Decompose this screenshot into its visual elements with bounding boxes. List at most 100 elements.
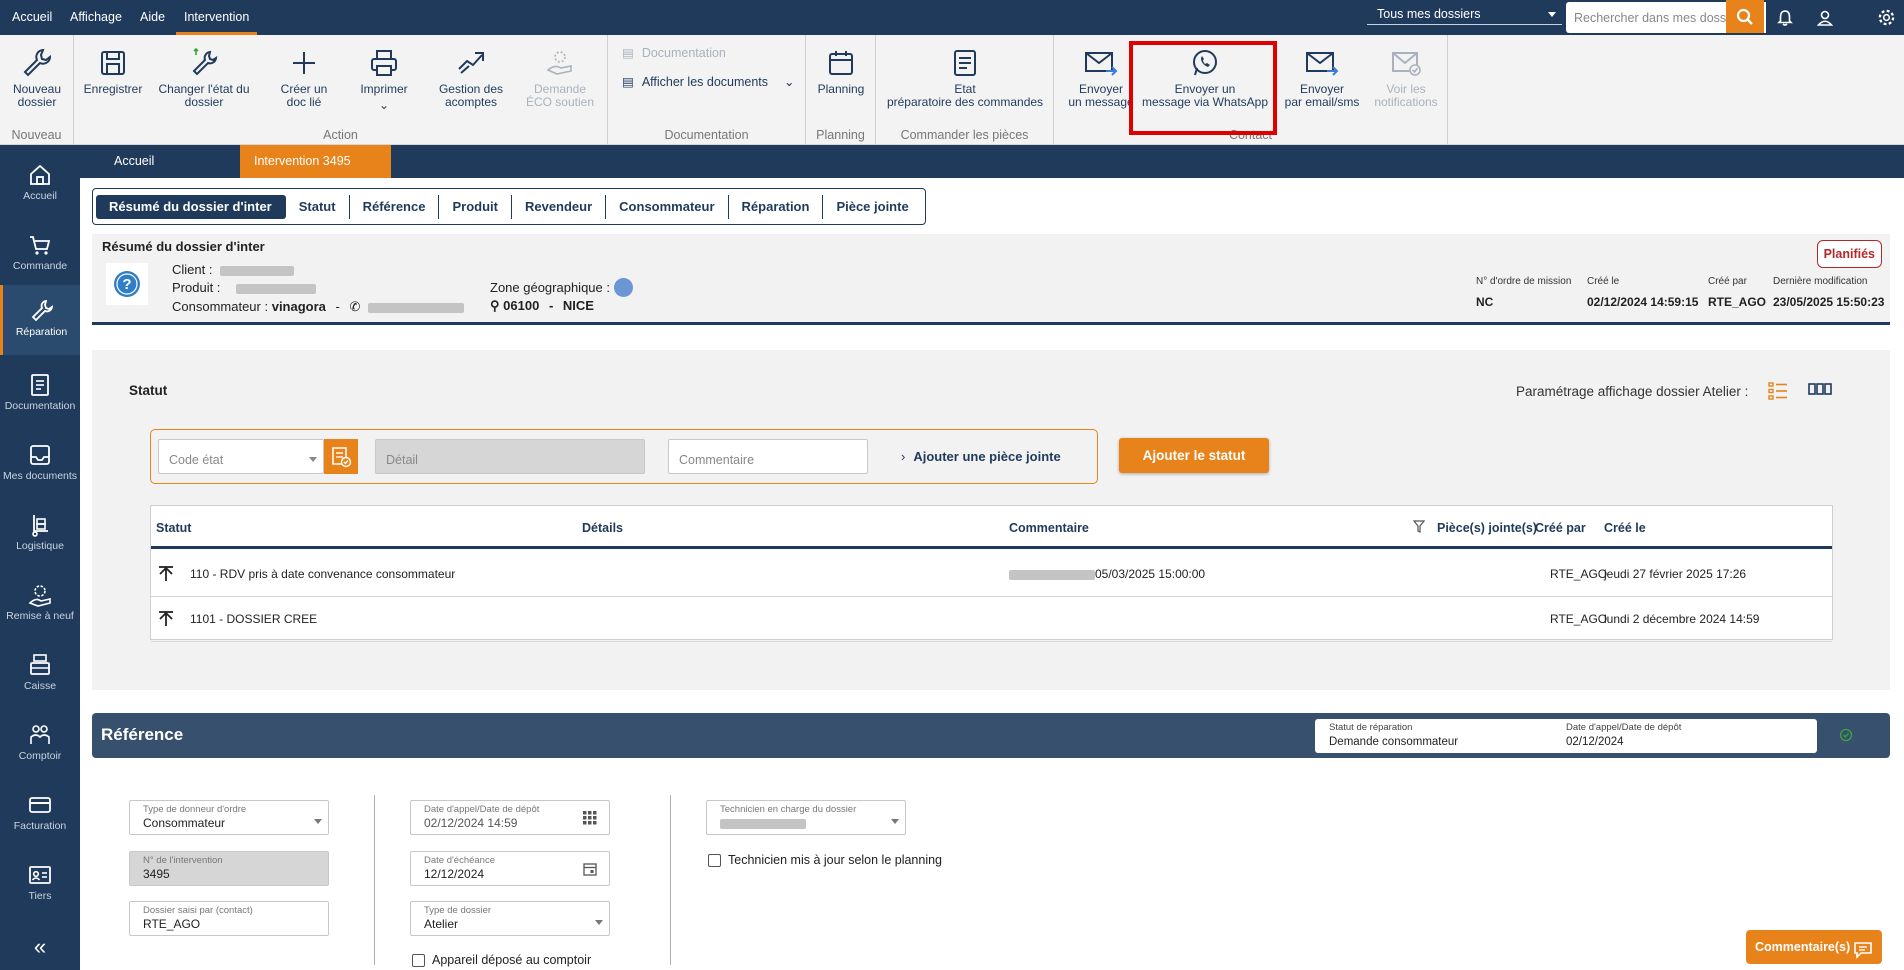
- subtab-produit[interactable]: Produit: [439, 194, 512, 219]
- plus-icon: [293, 52, 315, 74]
- cell-cree-le: jeudi 27 février 2025 17:26: [1604, 567, 1747, 581]
- gestion-acomptes-button[interactable]: Gestion des acomptes: [428, 43, 514, 109]
- sidebar-item-tiers[interactable]: Tiers: [0, 857, 80, 925]
- list-view-icon: [1768, 382, 1787, 400]
- code-etat-select[interactable]: Code état: [158, 439, 324, 474]
- demande-eco-label: Demande ÉCO soutien: [525, 82, 595, 109]
- field-value: [720, 816, 806, 830]
- planning-button[interactable]: Planning: [810, 43, 872, 96]
- table-row[interactable]: 1101 - DOSSIER CREE RTE_AGO lundi 2 déce…: [151, 597, 1832, 642]
- dossier-filter-select[interactable]: Tous mes dossiers: [1367, 3, 1562, 25]
- enregistrer-button[interactable]: Enregistrer: [80, 43, 146, 96]
- col-commentaire[interactable]: Commentaire: [1009, 521, 1089, 535]
- checkbox[interactable]: [708, 853, 721, 867]
- code-etat-picker-button[interactable]: [324, 439, 358, 474]
- ribbon: Nouveau dossier Nouveau Enregistrer Chan…: [0, 35, 1904, 145]
- chevron-down-icon: [314, 819, 322, 824]
- sidebar-item-comptoir[interactable]: Comptoir: [0, 717, 80, 785]
- wrench-icon: [31, 299, 53, 322]
- tab-intervention-3495[interactable]: Intervention 3495 ✕: [240, 145, 391, 201]
- user-button[interactable]: [1809, 0, 1841, 35]
- voir-notifications-button[interactable]: Voir les notifications: [1366, 43, 1446, 109]
- technicien-planning-checkbox[interactable]: Technicien mis à jour selon le planning: [708, 853, 942, 867]
- notifications-button[interactable]: [1769, 0, 1801, 35]
- subtab-revendeur[interactable]: Revendeur: [512, 194, 607, 219]
- menu-accueil[interactable]: Accueil: [12, 0, 52, 35]
- checkbox[interactable]: [412, 953, 425, 967]
- phone-icon: ✆: [349, 299, 361, 314]
- subtab-reparation[interactable]: Réparation: [729, 194, 824, 219]
- date-appel-field[interactable]: Date d'appel/Date de dépôt 02/12/2024 14…: [410, 800, 610, 835]
- group-label-documentation: Documentation: [664, 128, 749, 142]
- column-view-toggle[interactable]: [1808, 381, 1832, 400]
- menu-intervention[interactable]: Intervention: [176, 0, 258, 35]
- ribbon-group-documentation: ▤ Documentation ▤ Afficher les documents…: [608, 35, 806, 145]
- commentaire-field[interactable]: Commentaire: [668, 439, 868, 474]
- envoyer-email-sms-button[interactable]: Envoyer par email/sms: [1276, 43, 1368, 109]
- sidebar-label: Logistique: [16, 540, 64, 552]
- group-label-action: Action: [323, 128, 358, 142]
- sidebar-item-mes-documents[interactable]: Mes documents: [0, 437, 80, 505]
- whatsapp-highlight-box: [1129, 41, 1277, 135]
- calendar-icon[interactable]: [583, 862, 597, 879]
- list-view-toggle[interactable]: [1767, 380, 1789, 405]
- field-label: Type de donneur d'ordre: [143, 804, 247, 815]
- reference-section-header[interactable]: Référence Statut de réparation Demande c…: [92, 713, 1890, 758]
- changer-etat-button[interactable]: Changer l'état du dossier: [154, 43, 254, 109]
- type-dossier-select[interactable]: Type de dossier Atelier: [410, 901, 610, 936]
- date-echeance-field[interactable]: Date d'échéance 12/12/2024: [410, 851, 610, 886]
- consommateur-value: vinagora: [271, 299, 326, 314]
- technicien-select[interactable]: Technicien en charge du dossier: [706, 800, 906, 835]
- search-button[interactable]: [1726, 0, 1764, 33]
- subtab-statut[interactable]: Statut: [286, 194, 350, 219]
- filter-icon[interactable]: [1412, 520, 1426, 536]
- subtab-reference[interactable]: Référence: [350, 194, 440, 219]
- subtab-piece-jointe[interactable]: Pièce jointe: [823, 195, 921, 219]
- subtab-consommateur[interactable]: Consommateur: [606, 194, 729, 219]
- sidebar-item-remise-a-neuf[interactable]: Remise à neuf: [0, 577, 80, 645]
- nouveau-dossier-button[interactable]: Nouveau dossier: [6, 43, 68, 109]
- sidebar-item-documentation[interactable]: Documentation: [0, 367, 80, 435]
- sidebar-collapse-button[interactable]: «: [0, 934, 80, 960]
- appareil-depose-checkbox[interactable]: Appareil déposé au comptoir: [412, 953, 591, 967]
- menu-affichage[interactable]: Affichage: [70, 0, 122, 35]
- sidebar-item-logistique[interactable]: Logistique: [0, 507, 80, 575]
- tab-accueil[interactable]: Accueil: [100, 145, 168, 178]
- dossier-saisi-field[interactable]: Dossier saisi par (contact) RTE_AGO: [129, 901, 329, 936]
- col-statut[interactable]: Statut: [156, 521, 191, 535]
- comments-button[interactable]: Commentaire(s): [1746, 930, 1882, 964]
- chevron-right-icon: ›: [901, 449, 906, 464]
- col-cree-le[interactable]: Créé le: [1604, 521, 1646, 535]
- creer-doc-lie-button[interactable]: Créer un doc lié: [264, 43, 344, 109]
- col-details[interactable]: Détails: [582, 521, 623, 535]
- type-donneur-select[interactable]: Type de donneur d'ordre Consommateur: [129, 800, 329, 835]
- group-label-commander: Commander les pièces: [900, 128, 1029, 142]
- keypad-icon[interactable]: [583, 811, 597, 828]
- table-row[interactable]: 110 - RDV pris à date convenance consomm…: [151, 552, 1832, 597]
- demande-eco-button[interactable]: Demande ÉCO soutien: [514, 43, 606, 109]
- col-cree-par[interactable]: Créé par: [1535, 521, 1586, 535]
- add-attachment-label: Ajouter une pièce jointe: [913, 449, 1061, 464]
- documentation-item-label: Documentation: [641, 45, 726, 60]
- settings-button[interactable]: [1870, 0, 1902, 35]
- sidebar-label: Mes documents: [2, 470, 78, 482]
- menu-aide[interactable]: Aide: [140, 0, 165, 35]
- subtab-resume[interactable]: Résumé du dossier d'inter: [96, 194, 286, 219]
- search-icon: [1736, 8, 1753, 25]
- documentation-menu-item[interactable]: ▤ Documentation: [622, 45, 726, 61]
- printer-icon: [371, 50, 397, 76]
- sidebar-item-facturation[interactable]: Facturation: [0, 787, 80, 855]
- add-attachment-link[interactable]: › Ajouter une pièce jointe: [901, 449, 1061, 464]
- etat-preparatoire-button[interactable]: Etat préparatoire des commandes: [880, 43, 1050, 109]
- add-status-button[interactable]: Ajouter le statut: [1119, 438, 1269, 473]
- imprimer-button[interactable]: Imprimer ⌄: [344, 43, 424, 112]
- sidebar-item-accueil[interactable]: Accueil: [0, 157, 80, 225]
- cell-cree-le: lundi 2 décembre 2024 14:59: [1604, 612, 1760, 626]
- date-appel-label: Date d'appel/Date de dépôt: [1566, 722, 1682, 733]
- sidebar-label: Facturation: [13, 820, 67, 832]
- afficher-documents-menu-item[interactable]: ▤ Afficher les documents ⌄: [622, 74, 795, 90]
- sidebar-item-reparation[interactable]: Réparation: [0, 285, 80, 355]
- cell-statut: 1101 - DOSSIER CREE: [190, 612, 318, 626]
- col-pieces-jointes[interactable]: Pièce(s) jointe(s): [1437, 521, 1537, 535]
- sidebar-item-caisse[interactable]: Caisse: [0, 647, 80, 715]
